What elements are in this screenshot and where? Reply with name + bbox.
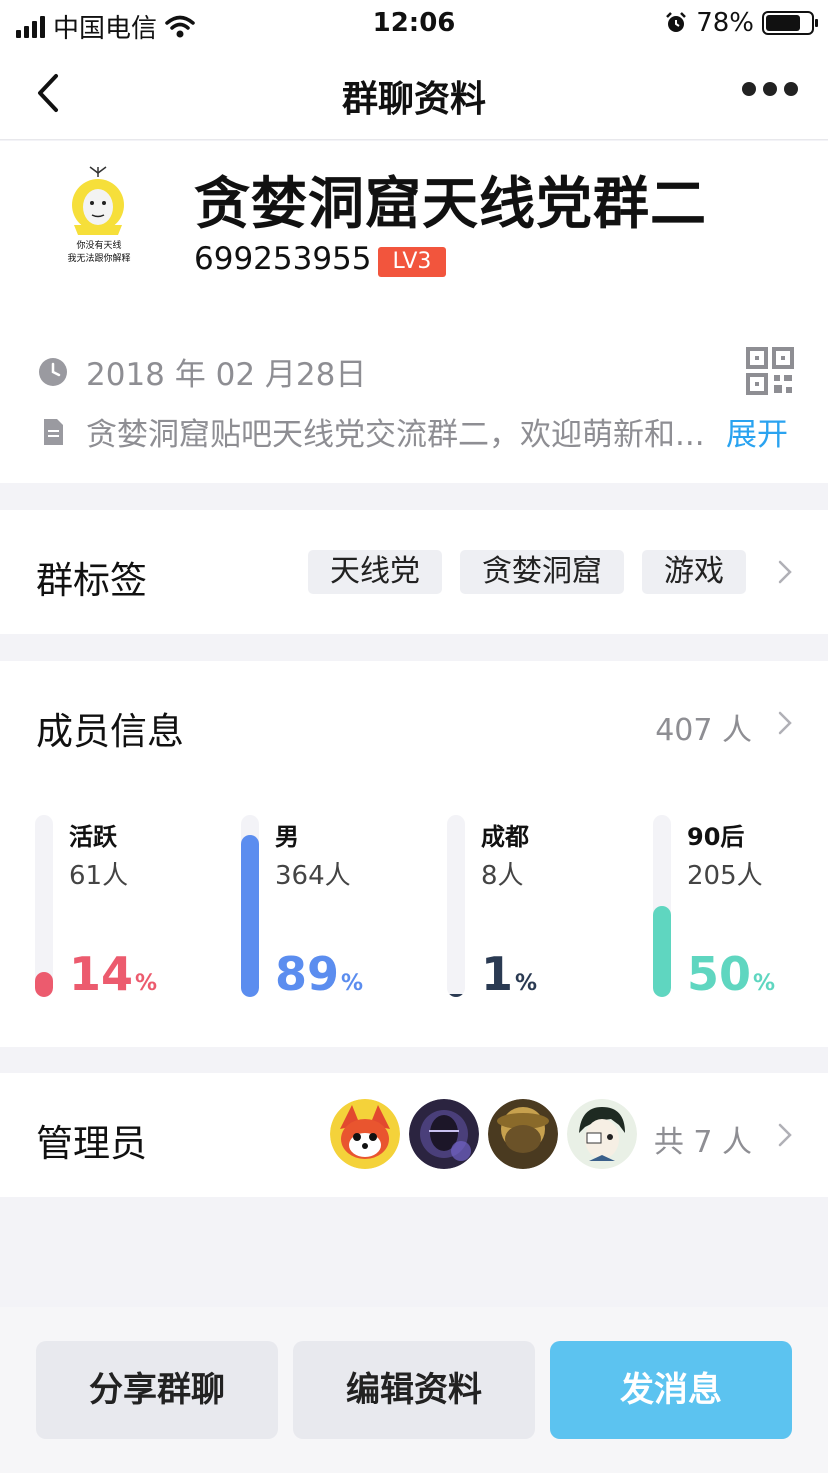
description-row[interactable]: 贪婪洞窟贴吧天线党交流群二，欢迎萌新和... 展开: [38, 409, 798, 454]
stat-label: 活跃: [69, 823, 117, 851]
members-section-title: 成员信息: [36, 710, 184, 753]
chevron-right-icon: [778, 1123, 792, 1147]
document-icon: [44, 418, 63, 445]
qr-code-icon[interactable]: [746, 347, 794, 395]
svg-text:你没有天线: 你没有天线: [76, 239, 121, 251]
stat-city: 成都 8人 1%: [447, 815, 647, 1001]
battery-icon: [762, 11, 818, 35]
avatar: [567, 1099, 637, 1169]
stat-percent: 14%: [69, 947, 158, 1001]
avatar: [409, 1099, 479, 1169]
created-date: 2018 年 02 月28日: [86, 357, 367, 393]
stat-count: 8人: [481, 861, 524, 891]
stat-percent: 89%: [275, 947, 364, 1001]
chevron-right-icon: [778, 560, 792, 584]
stat-bar: [35, 972, 53, 997]
expand-link[interactable]: 展开: [726, 409, 788, 454]
stat-active: 活跃 61人 14%: [35, 815, 235, 1001]
stat-percent: 1%: [481, 947, 538, 1001]
group-name: 贪婪洞窟天线党群二: [194, 172, 707, 237]
tag-chip: 天线党: [308, 550, 442, 594]
stat-bar: [447, 994, 465, 997]
nav-bar: 群聊资料: [0, 46, 828, 140]
level-badge: LV3: [378, 247, 446, 277]
stat-label: 成都: [481, 823, 529, 851]
stat-track: [653, 815, 671, 997]
battery-percent: 78%: [696, 8, 754, 38]
stat-count: 205人: [687, 861, 763, 891]
bottom-action-bar: 分享群聊 编辑资料 发消息: [0, 1307, 828, 1473]
chevron-right-icon[interactable]: [778, 711, 792, 735]
admins-section-title: 管理员: [36, 1122, 147, 1165]
group-description: 贪婪洞窟贴吧天线党交流群二，欢迎萌新和...: [86, 417, 705, 453]
member-info-card: 成员信息 407 人 活跃 61人 14% 男 364人 89% 成都 8人 1…: [0, 661, 828, 1047]
stat-label: 90后: [687, 823, 745, 851]
admin-avatars: [330, 1099, 637, 1169]
share-group-button[interactable]: 分享群聊: [36, 1341, 278, 1439]
stat-age: 90后 205人 50%: [653, 815, 828, 1001]
group-tags-row[interactable]: 群标签 天线党 贪婪洞窟 游戏: [0, 510, 828, 634]
stat-male: 男 364人 89%: [241, 815, 441, 1001]
stat-bar: [653, 906, 671, 997]
send-message-button[interactable]: 发消息: [550, 1341, 792, 1439]
more-dots-icon[interactable]: [742, 82, 798, 96]
stat-track: [35, 815, 53, 997]
stat-count: 364人: [275, 861, 351, 891]
avatar: [488, 1099, 558, 1169]
stat-track: [447, 815, 465, 997]
tag-chip: 游戏: [642, 550, 746, 594]
stat-track: [241, 815, 259, 997]
group-id: 699253955: [194, 241, 372, 277]
admin-total: 共 7 人: [653, 1125, 752, 1160]
admins-row[interactable]: 管理员 共 7 人: [0, 1073, 828, 1197]
clock-icon: [39, 357, 67, 386]
member-count[interactable]: 407 人: [655, 705, 752, 749]
tag-chip: 贪婪洞窟: [460, 550, 624, 594]
stat-bar: [241, 835, 259, 997]
avatar: [330, 1099, 400, 1169]
group-avatar[interactable]: 你没有天线 我无法跟你解释: [50, 165, 148, 269]
page-title: 群聊资料: [341, 79, 486, 120]
edit-profile-button[interactable]: 编辑资料: [293, 1341, 535, 1439]
status-bar-right: 78%: [664, 8, 818, 38]
stat-percent: 50%: [687, 947, 776, 1001]
created-date-row: 2018 年 02 月28日: [38, 349, 366, 394]
tag-list: 天线党 贪婪洞窟 游戏: [308, 550, 746, 594]
svg-text:我无法跟你解释: 我无法跟你解释: [67, 252, 130, 264]
status-bar: 中国电信 12:06 78%: [0, 0, 828, 46]
group-info-card: 你没有天线 我无法跟你解释 贪婪洞窟天线党群二 699253955 LV3 20…: [0, 141, 828, 483]
stat-count: 61人: [69, 861, 129, 891]
alarm-icon: [666, 12, 687, 32]
tags-section-title: 群标签: [36, 559, 147, 602]
stat-label: 男: [275, 823, 299, 851]
